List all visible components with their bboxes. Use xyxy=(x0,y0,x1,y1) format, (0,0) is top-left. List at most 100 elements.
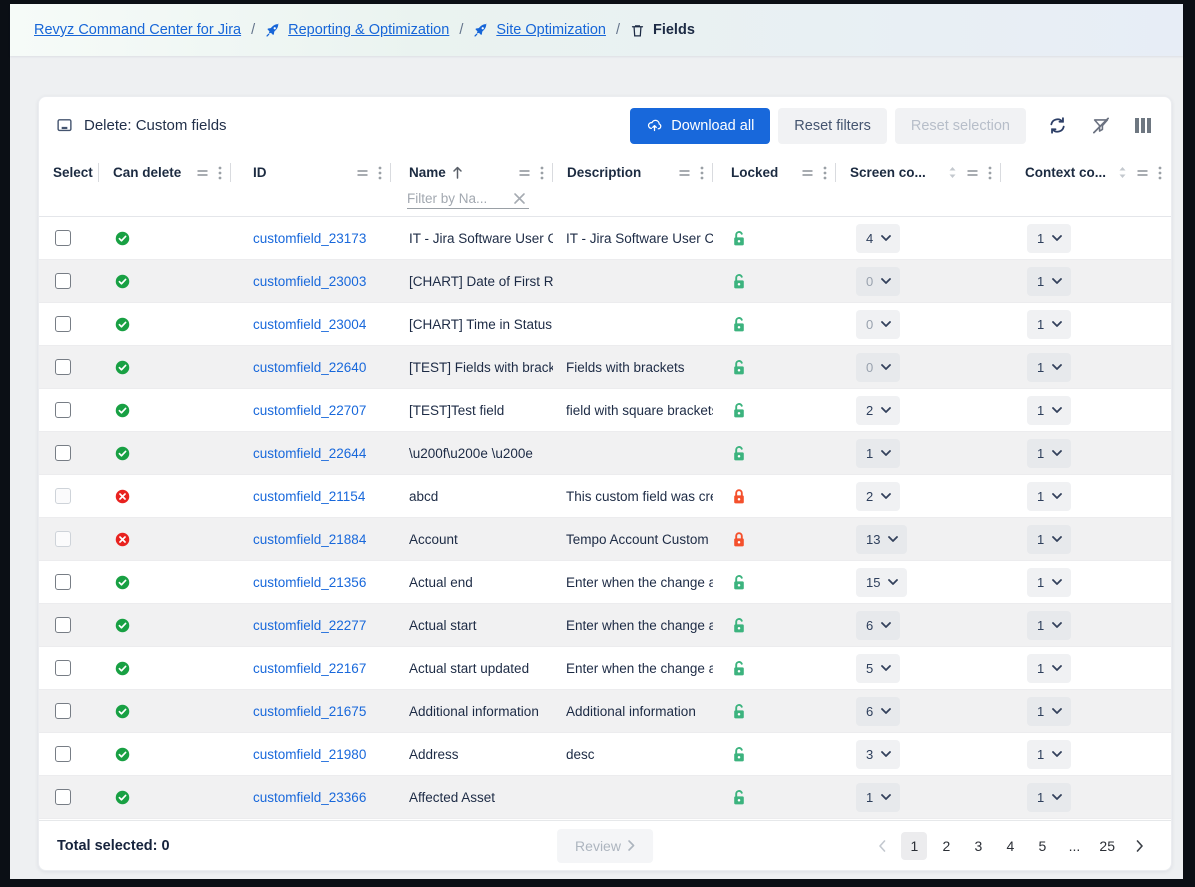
column-menu-icon[interactable] xyxy=(988,166,992,180)
row-checkbox[interactable] xyxy=(55,746,71,762)
pagination-page-25[interactable]: 25 xyxy=(1093,832,1121,860)
context-count-dropdown[interactable]: 1 xyxy=(1027,611,1071,640)
filter-icon[interactable] xyxy=(801,168,814,178)
screen-count-dropdown[interactable]: 13 xyxy=(856,525,907,554)
sort-toggle-icon[interactable] xyxy=(948,166,957,179)
column-header-can-delete[interactable]: Can delete xyxy=(99,154,231,191)
breadcrumb-link-command-center[interactable]: Revyz Command Center for Jira xyxy=(34,22,241,38)
row-checkbox[interactable] xyxy=(55,789,71,805)
pagination-prev-button[interactable] xyxy=(869,832,895,860)
context-count-dropdown[interactable]: 1 xyxy=(1027,783,1071,812)
column-header-context-count[interactable]: Context co... xyxy=(1001,154,1171,191)
screen-count-dropdown[interactable]: 5 xyxy=(856,654,900,683)
pagination-page-5[interactable]: 5 xyxy=(1029,832,1055,860)
reset-filters-button[interactable]: Reset filters xyxy=(778,108,887,144)
column-menu-icon[interactable] xyxy=(1158,166,1162,180)
screen-count-dropdown[interactable]: 2 xyxy=(856,396,900,425)
field-id-link[interactable]: customfield_22167 xyxy=(253,661,366,676)
screen-count-dropdown[interactable]: 4 xyxy=(856,224,900,253)
column-menu-icon[interactable] xyxy=(378,166,382,180)
row-checkbox[interactable] xyxy=(55,230,71,246)
column-header-name[interactable]: Name xyxy=(391,154,553,191)
screen-count-dropdown[interactable]: 15 xyxy=(856,568,907,597)
row-checkbox[interactable] xyxy=(55,445,71,461)
field-id-link[interactable]: customfield_23366 xyxy=(253,790,366,805)
column-header-locked[interactable]: Locked xyxy=(713,154,836,191)
field-id-link[interactable]: customfield_21884 xyxy=(253,532,366,547)
context-count-dropdown[interactable]: 1 xyxy=(1027,654,1071,683)
name-filter-input[interactable] xyxy=(407,191,499,206)
column-menu-icon[interactable] xyxy=(540,166,544,180)
context-count-dropdown[interactable]: 1 xyxy=(1027,482,1071,511)
field-id-link[interactable]: customfield_21980 xyxy=(253,747,366,762)
context-count-dropdown[interactable]: 1 xyxy=(1027,224,1071,253)
screen-count-dropdown[interactable]: 0 xyxy=(856,353,900,382)
screen-count-dropdown[interactable]: 0 xyxy=(856,310,900,339)
context-count-dropdown[interactable]: 1 xyxy=(1027,267,1071,296)
clear-filter-icon[interactable] xyxy=(513,192,526,205)
row-checkbox[interactable] xyxy=(55,574,71,590)
column-header-description[interactable]: Description xyxy=(553,154,713,191)
context-count-dropdown[interactable]: 1 xyxy=(1027,525,1071,554)
row-checkbox[interactable] xyxy=(55,703,71,719)
field-id-link[interactable]: customfield_21154 xyxy=(253,489,365,504)
field-id-link[interactable]: customfield_21356 xyxy=(253,575,366,590)
pagination-page-1[interactable]: 1 xyxy=(901,832,927,860)
filter-icon[interactable] xyxy=(1136,168,1149,178)
column-header-id[interactable]: ID xyxy=(231,154,391,191)
context-count-dropdown[interactable]: 1 xyxy=(1027,310,1071,339)
context-count-dropdown[interactable]: 1 xyxy=(1027,439,1071,468)
context-count-dropdown[interactable]: 1 xyxy=(1027,697,1071,726)
row-checkbox[interactable] xyxy=(55,359,71,375)
pagination-page-2[interactable]: 2 xyxy=(933,832,959,860)
row-checkbox[interactable] xyxy=(55,488,71,504)
clear-filters-button[interactable] xyxy=(1091,116,1111,135)
filter-icon[interactable] xyxy=(196,168,209,178)
field-id-link[interactable]: customfield_23003 xyxy=(253,274,366,289)
row-checkbox[interactable] xyxy=(55,531,71,547)
screen-count-dropdown[interactable]: 0 xyxy=(856,267,900,296)
context-count-dropdown[interactable]: 1 xyxy=(1027,568,1071,597)
filter-icon[interactable] xyxy=(356,168,369,178)
screen-count-dropdown[interactable]: 3 xyxy=(856,740,900,769)
row-checkbox[interactable] xyxy=(55,660,71,676)
field-id-link[interactable]: customfield_21675 xyxy=(253,704,366,719)
filter-icon[interactable] xyxy=(966,168,979,178)
filter-icon[interactable] xyxy=(518,168,531,178)
field-id-link[interactable]: customfield_22640 xyxy=(253,360,366,375)
screen-count-dropdown[interactable]: 1 xyxy=(856,783,900,812)
filter-icon[interactable] xyxy=(678,168,691,178)
column-header-screen-count[interactable]: Screen co... xyxy=(836,154,1001,191)
column-settings-button[interactable] xyxy=(1135,118,1151,133)
field-id-link[interactable]: customfield_22277 xyxy=(253,618,366,633)
review-button[interactable]: Review xyxy=(557,829,653,863)
pagination-next-button[interactable] xyxy=(1127,832,1153,860)
field-id-link[interactable]: customfield_23004 xyxy=(253,317,366,332)
download-all-button[interactable]: Download all xyxy=(630,108,770,144)
row-checkbox[interactable] xyxy=(55,402,71,418)
refresh-button[interactable] xyxy=(1048,116,1067,135)
pagination-page-4[interactable]: 4 xyxy=(997,832,1023,860)
row-checkbox[interactable] xyxy=(55,273,71,289)
context-count-dropdown[interactable]: 1 xyxy=(1027,396,1071,425)
column-menu-icon[interactable] xyxy=(700,166,704,180)
table-row: customfield_22277 Actual start Enter whe… xyxy=(39,604,1171,647)
breadcrumb-link-site-optimization[interactable]: Site Optimization xyxy=(473,22,606,38)
reset-selection-button[interactable]: Reset selection xyxy=(895,108,1026,144)
screen-count-dropdown[interactable]: 2 xyxy=(856,482,900,511)
context-count-dropdown[interactable]: 1 xyxy=(1027,740,1071,769)
sort-toggle-icon[interactable] xyxy=(1118,166,1127,179)
column-menu-icon[interactable] xyxy=(218,166,222,180)
breadcrumb-link-reporting-optimization[interactable]: Reporting & Optimization xyxy=(265,22,449,38)
pagination-page-3[interactable]: 3 xyxy=(965,832,991,860)
context-count-dropdown[interactable]: 1 xyxy=(1027,353,1071,382)
screen-count-dropdown[interactable]: 6 xyxy=(856,697,900,726)
column-menu-icon[interactable] xyxy=(823,166,827,180)
screen-count-dropdown[interactable]: 1 xyxy=(856,439,900,468)
field-id-link[interactable]: customfield_22644 xyxy=(253,446,366,461)
field-id-link[interactable]: customfield_22707 xyxy=(253,403,366,418)
field-id-link[interactable]: customfield_23173 xyxy=(253,231,366,246)
row-checkbox[interactable] xyxy=(55,617,71,633)
row-checkbox[interactable] xyxy=(55,316,71,332)
screen-count-dropdown[interactable]: 6 xyxy=(856,611,900,640)
